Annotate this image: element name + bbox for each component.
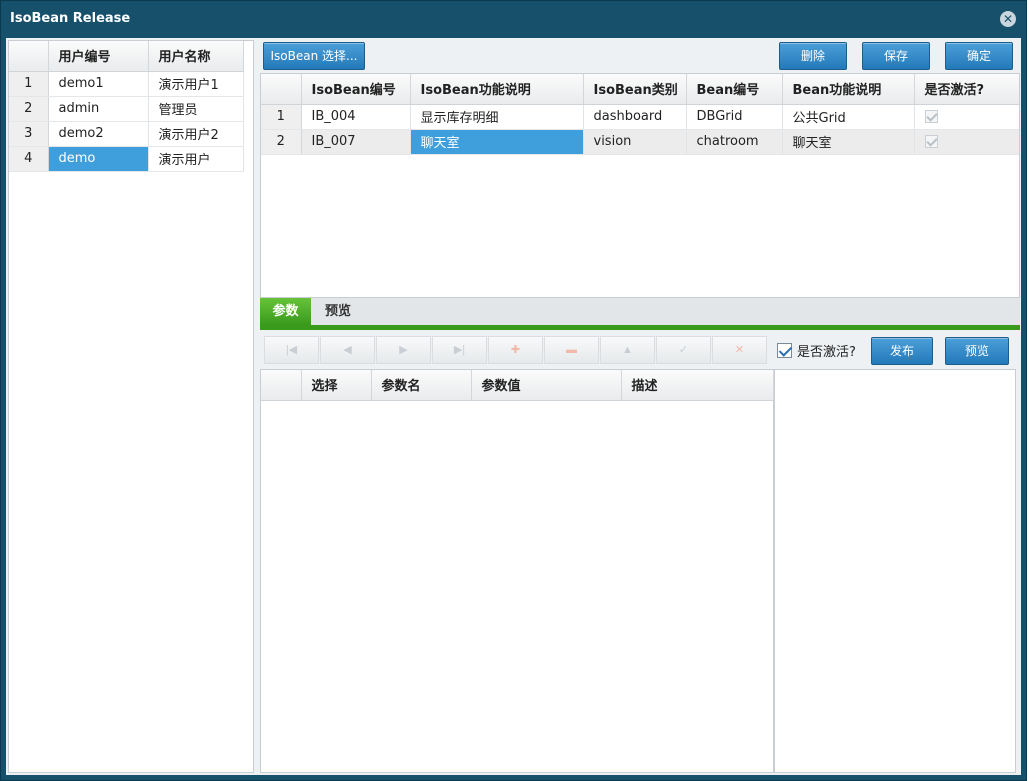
active-checkbox[interactable]	[924, 135, 938, 148]
user-name-cell[interactable]: 管理员	[148, 96, 244, 122]
column-header-isobean-desc[interactable]: IsoBean功能说明	[410, 74, 584, 105]
delete-record-icon[interactable]: ▬	[544, 336, 599, 364]
isobean-type-cell[interactable]: vision	[583, 129, 687, 155]
column-header-user-name[interactable]: 用户名称	[148, 41, 244, 72]
row-number-header	[261, 74, 302, 105]
column-header-param-value[interactable]: 参数值	[471, 370, 622, 401]
column-header-active[interactable]: 是否激活?	[914, 74, 1019, 105]
row-number-header	[9, 41, 49, 72]
next-record-icon[interactable]: ▶	[376, 336, 431, 364]
user-id-cell[interactable]: admin	[48, 96, 149, 122]
row-number: 4	[9, 146, 49, 172]
isobean-id-cell[interactable]: IB_007	[301, 129, 411, 155]
active-checkbox-field[interactable]: 是否激活?	[777, 340, 856, 360]
user-grid: 用户编号 用户名称 1 demo1 演示用户1 2 admin 管理员 3 de…	[8, 40, 254, 773]
row-number-header	[261, 370, 302, 401]
isobean-release-window: IsoBean Release ✕ 用户编号 用户名称 1 demo1 演示用户…	[0, 0, 1027, 781]
active-checkbox-label: 是否激活?	[797, 344, 856, 360]
row-number: 1	[9, 71, 49, 97]
bean-id-cell[interactable]: chatroom	[686, 129, 783, 155]
user-id-cell[interactable]: demo	[48, 146, 149, 172]
table-row[interactable]: 1 IB_004 显示库存明细 dashboard DBGrid 公共Grid	[261, 104, 1019, 130]
column-header-bean-id[interactable]: Bean编号	[686, 74, 783, 105]
cancel-record-icon[interactable]: ✕	[712, 336, 767, 364]
post-record-icon[interactable]: ✓	[656, 336, 711, 364]
table-row[interactable]: 1 demo1 演示用户1	[9, 71, 244, 97]
user-id-cell[interactable]: demo1	[48, 71, 149, 97]
isobean-id-cell[interactable]: IB_004	[301, 104, 411, 130]
isobean-select-button[interactable]: IsoBean 选择...	[263, 42, 365, 70]
window-title: IsoBean Release	[10, 11, 131, 26]
isobean-desc-cell[interactable]: 显示库存明细	[410, 104, 584, 130]
column-header-isobean-id[interactable]: IsoBean编号	[301, 74, 411, 105]
column-header-description[interactable]: 描述	[621, 370, 774, 401]
active-cell[interactable]	[914, 104, 1019, 130]
table-row[interactable]: 2 admin 管理员	[9, 96, 244, 122]
isobean-grid-header: IsoBean编号 IsoBean功能说明 IsoBean类别 Bean编号 B…	[261, 74, 1019, 105]
user-name-cell[interactable]: 演示用户2	[148, 121, 244, 147]
column-header-param-name[interactable]: 参数名	[371, 370, 472, 401]
tab-params[interactable]: 参数	[260, 298, 311, 325]
edit-record-icon[interactable]: ▲	[600, 336, 655, 364]
ok-button[interactable]: 确定	[945, 42, 1013, 70]
insert-record-icon[interactable]: ✚	[488, 336, 543, 364]
user-id-cell[interactable]: demo2	[48, 121, 149, 147]
table-row-selected[interactable]: 4 demo 演示用户	[9, 146, 244, 172]
parameter-grid-header: 选择 参数名 参数值 描述	[261, 370, 774, 401]
isobean-grid: IsoBean编号 IsoBean功能说明 IsoBean类别 Bean编号 B…	[260, 73, 1020, 298]
column-header-bean-desc[interactable]: Bean功能说明	[782, 74, 915, 105]
table-row[interactable]: 3 demo2 演示用户2	[9, 121, 244, 147]
bean-id-cell[interactable]: DBGrid	[686, 104, 783, 130]
save-button[interactable]: 保存	[862, 42, 930, 70]
tab-preview[interactable]: 预览	[316, 298, 360, 325]
last-record-icon[interactable]: ▶|	[432, 336, 487, 364]
parameter-grid: 选择 参数名 参数值 描述	[260, 369, 774, 773]
first-record-icon[interactable]: |◀	[264, 336, 319, 364]
prior-record-icon[interactable]: ◀	[320, 336, 375, 364]
preview-button[interactable]: 预览	[945, 337, 1009, 365]
bean-desc-cell[interactable]: 聊天室	[782, 129, 915, 155]
close-icon[interactable]: ✕	[1000, 11, 1016, 27]
row-number: 2	[261, 129, 302, 155]
tab-bar: 参数 预览	[260, 298, 1020, 330]
bean-desc-cell[interactable]: 公共Grid	[782, 104, 915, 130]
publish-button[interactable]: 发布	[871, 337, 933, 365]
row-number: 2	[9, 96, 49, 122]
record-navigator: |◀ ◀ ▶ ▶| ✚ ▬ ▲ ✓ ✕ 是否激活? 发布 预览	[260, 335, 1020, 368]
client-area: 用户编号 用户名称 1 demo1 演示用户1 2 admin 管理员 3 de…	[6, 38, 1021, 775]
isobean-type-cell[interactable]: dashboard	[583, 104, 687, 130]
delete-button[interactable]: 删除	[779, 42, 847, 70]
column-header-user-id[interactable]: 用户编号	[48, 41, 149, 72]
active-checkbox[interactable]	[777, 342, 792, 358]
row-number: 3	[9, 121, 49, 147]
isobean-desc-cell[interactable]: 聊天室	[410, 129, 584, 155]
active-checkbox[interactable]	[924, 110, 938, 123]
user-name-cell[interactable]: 演示用户1	[148, 71, 244, 97]
user-grid-header: 用户编号 用户名称	[9, 41, 244, 72]
column-header-select[interactable]: 选择	[301, 370, 372, 401]
column-header-isobean-type[interactable]: IsoBean类别	[583, 74, 687, 105]
table-row-selected[interactable]: 2 IB_007 聊天室 vision chatroom 聊天室	[261, 129, 1019, 155]
active-cell[interactable]	[914, 129, 1019, 155]
user-name-cell[interactable]: 演示用户	[148, 146, 244, 172]
preview-pane	[774, 369, 1016, 773]
row-number: 1	[261, 104, 302, 130]
title-bar: IsoBean Release ✕	[1, 1, 1026, 37]
